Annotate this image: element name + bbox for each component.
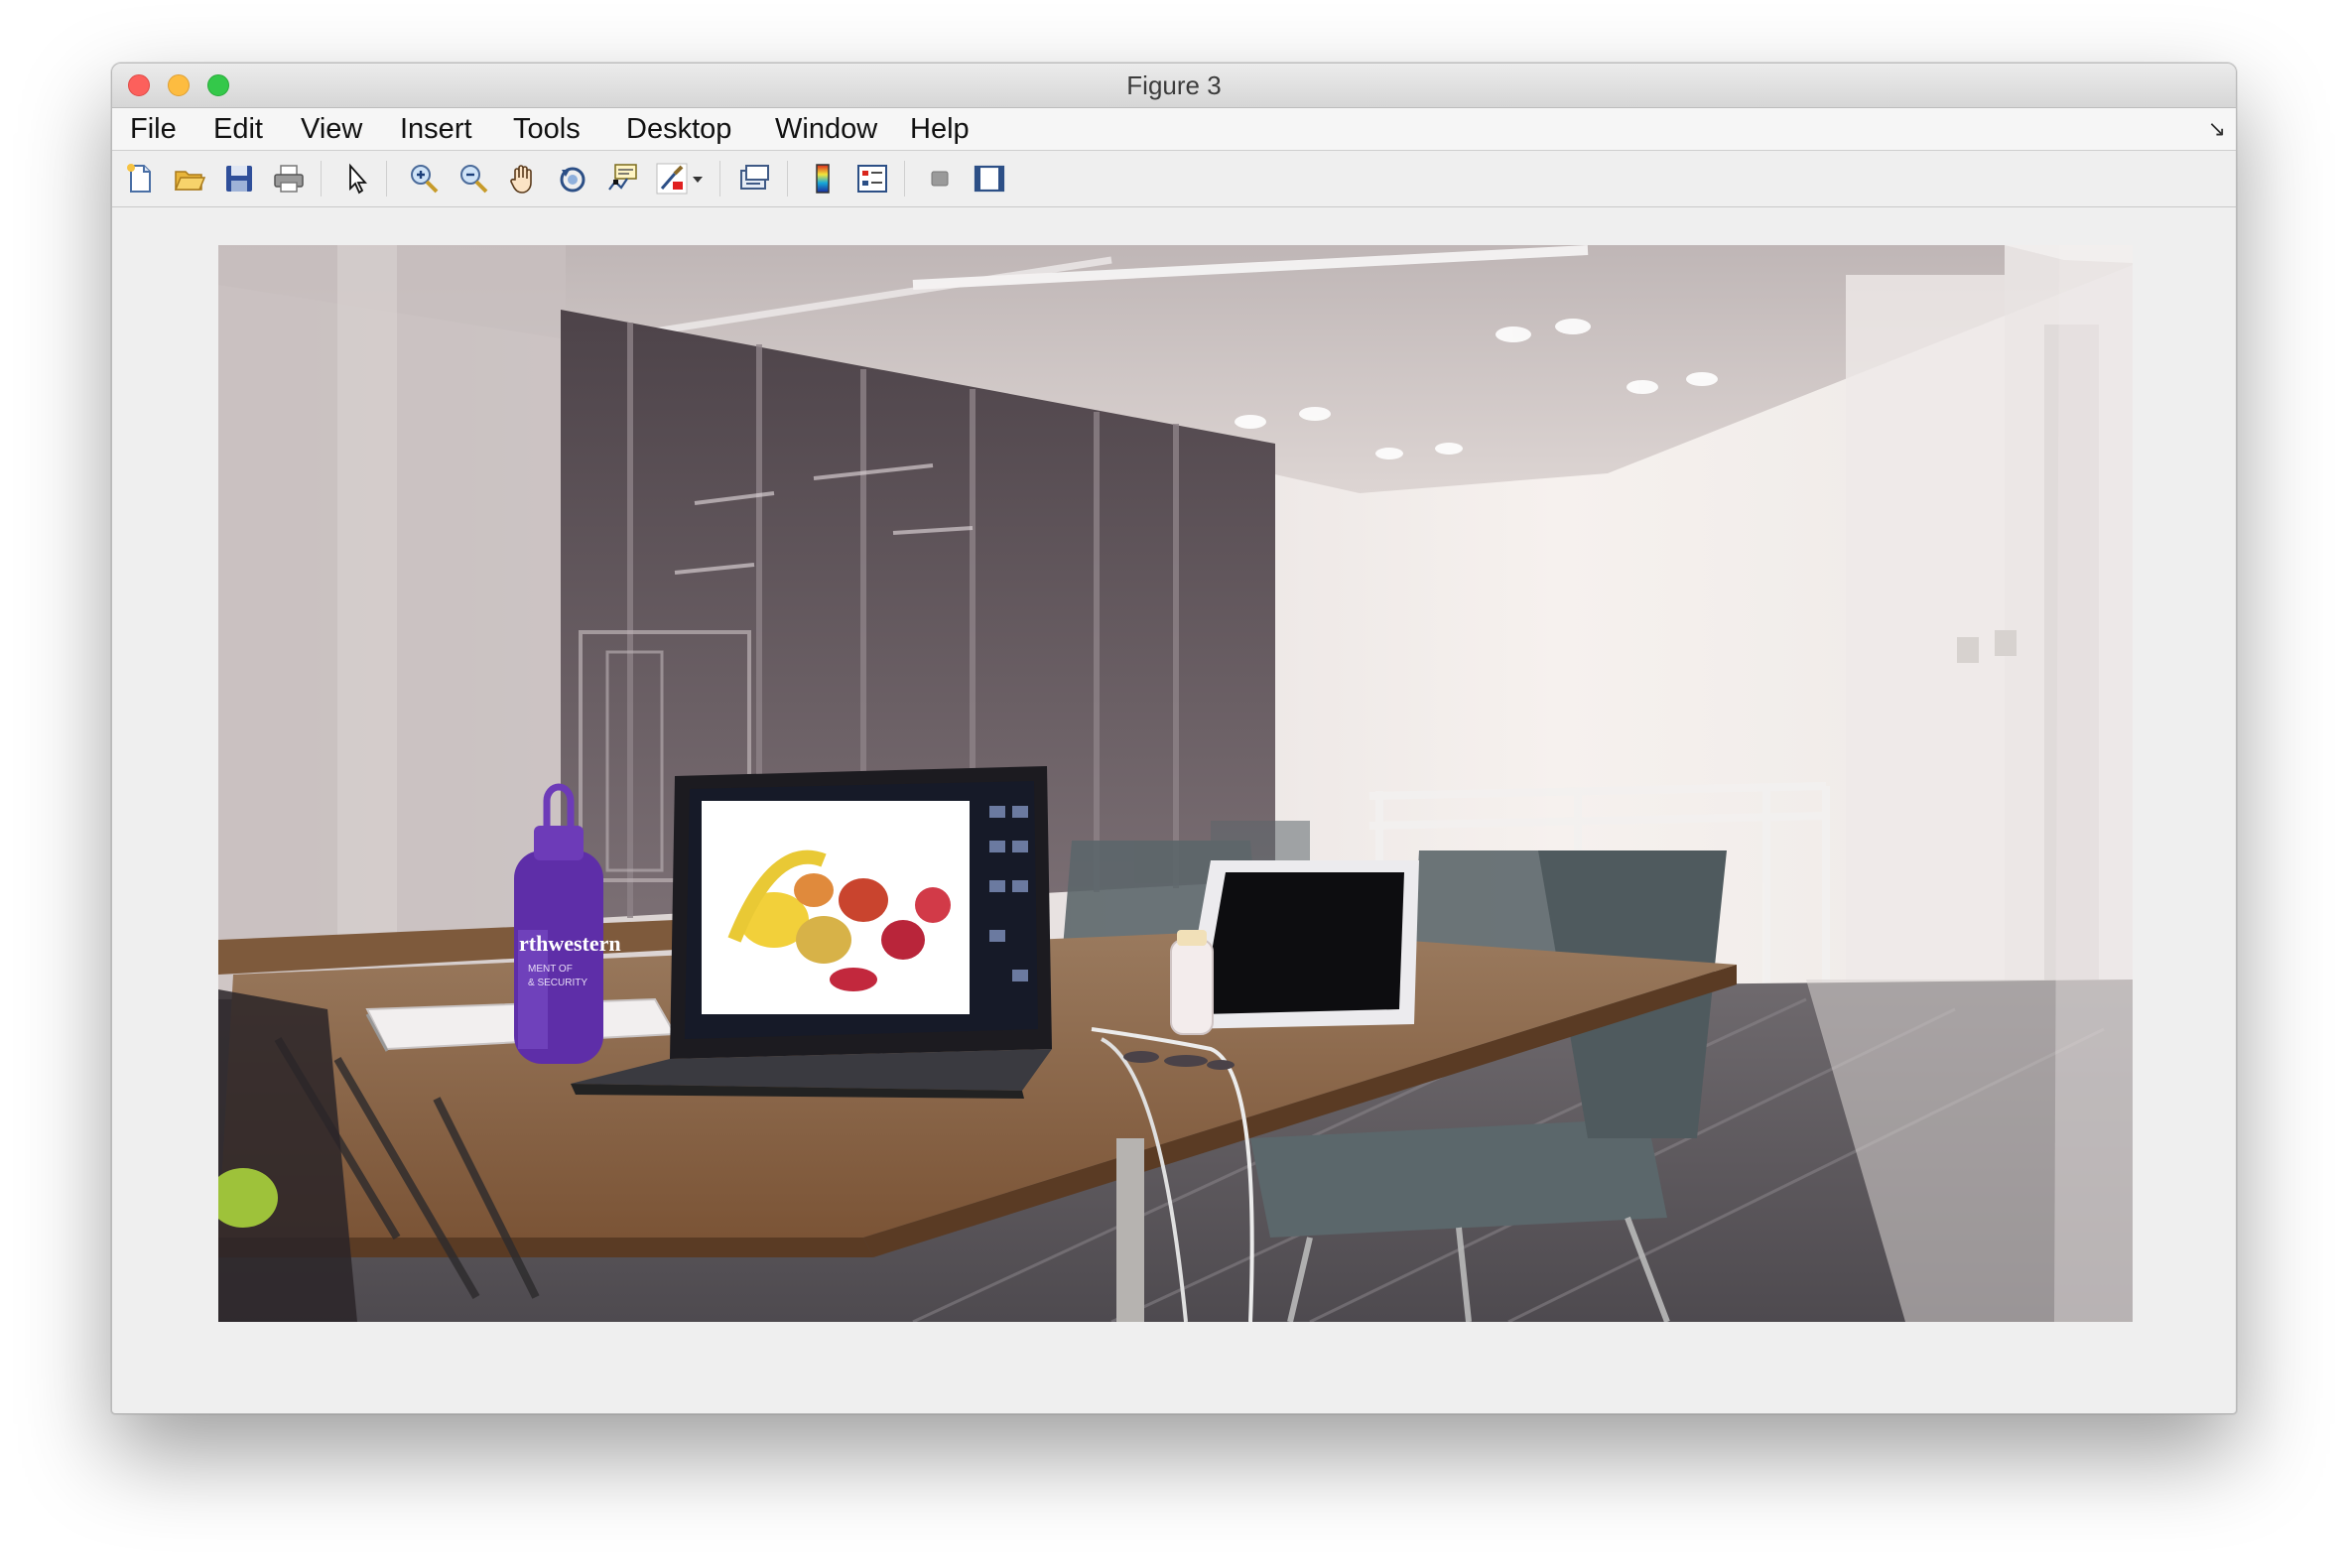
rotate-3d-icon: [560, 167, 586, 193]
print-figure-button[interactable]: [269, 159, 309, 198]
menu-bar: File Edit View Insert Tools Desktop Wind…: [112, 108, 2236, 151]
menu-desktop[interactable]: Desktop: [622, 108, 735, 150]
legend-icon: [857, 165, 887, 193]
toolbar-separator: [787, 161, 788, 196]
menu-edit[interactable]: Edit: [209, 108, 267, 150]
menu-window[interactable]: Window: [771, 108, 881, 150]
toolbar-separator: [386, 161, 387, 196]
data-cursor-button[interactable]: [602, 159, 642, 198]
zoom-in-button[interactable]: [404, 159, 444, 198]
bottle-label-text: & SECURITY: [528, 978, 587, 988]
insert-colorbar-button[interactable]: [803, 159, 843, 198]
zoom-out-icon: [460, 165, 488, 194]
zoom-out-button[interactable]: [454, 159, 493, 198]
link-plot-button[interactable]: [735, 159, 775, 198]
open-folder-icon: [174, 171, 206, 191]
menu-insert[interactable]: Insert: [396, 108, 476, 150]
hide-plot-tools-button[interactable]: [920, 159, 960, 198]
save-figure-button[interactable]: [219, 159, 259, 198]
new-figure-button[interactable]: [120, 159, 160, 198]
pan-button[interactable]: [503, 159, 543, 198]
brush-icon: [656, 163, 688, 195]
toolbar-separator: [904, 161, 905, 196]
link-plot-icon: [740, 165, 769, 190]
save-icon: [226, 166, 252, 192]
figure-window: Figure 3 File Edit View Insert Tools Des…: [111, 63, 2237, 1414]
menu-view[interactable]: View: [297, 108, 366, 150]
edit-plot-button[interactable]: [336, 159, 376, 198]
bottle-brand-text: rthwestern: [519, 931, 621, 956]
brush-button[interactable]: [652, 159, 692, 198]
window-title: Figure 3: [1126, 70, 1222, 100]
print-icon: [274, 165, 304, 193]
tablet: [1181, 860, 1419, 1029]
figure-toolbar: [112, 151, 2236, 207]
zoom-in-icon: [411, 165, 439, 194]
show-plot-tools-button[interactable]: [970, 159, 1009, 198]
bottle-label-text: MENT OF: [528, 964, 573, 975]
figure-axes-image[interactable]: rthwestern MENT OF & SECURITY: [218, 245, 2133, 1322]
data-cursor-icon: [608, 164, 637, 191]
new-figure-icon: [127, 164, 151, 193]
open-file-button[interactable]: [170, 159, 209, 198]
colorbar-icon: [816, 164, 830, 194]
pointer-arrow-icon: [349, 163, 367, 195]
hand-pan-icon: [510, 165, 532, 194]
hide-plot-tools-icon: [931, 171, 949, 187]
dropdown-arrow-icon: [693, 177, 703, 183]
menu-file[interactable]: File: [126, 108, 181, 150]
insert-legend-button[interactable]: [852, 159, 892, 198]
show-plot-tools-icon: [974, 165, 1005, 193]
brush-dropdown-button[interactable]: [688, 159, 708, 198]
toolbar-separator: [321, 161, 322, 196]
rotate-3d-button[interactable]: [553, 159, 592, 198]
title-bar[interactable]: Figure 3: [112, 64, 2236, 108]
undock-arrow-icon[interactable]: ↘: [2208, 116, 2226, 142]
toolbar-separator: [719, 161, 720, 196]
stitched-panorama-photo: rthwestern MENT OF & SECURITY: [218, 245, 2133, 1322]
menu-help[interactable]: Help: [906, 108, 974, 150]
menu-tools[interactable]: Tools: [509, 108, 585, 150]
